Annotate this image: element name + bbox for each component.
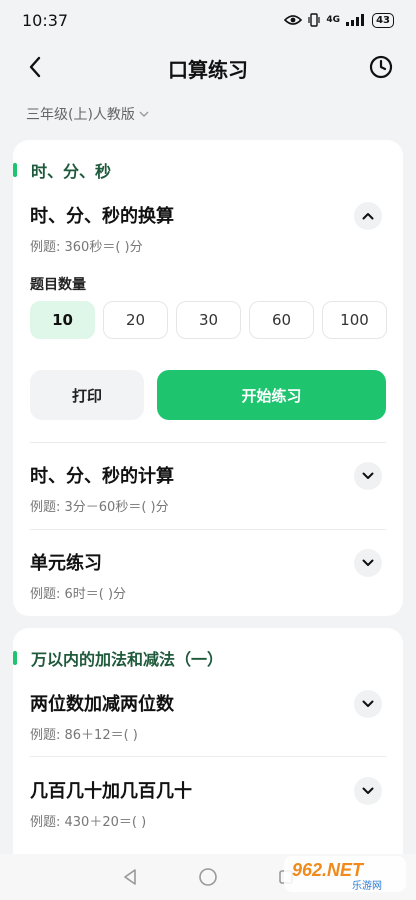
grade-selector[interactable]: 三年级(上)人教版	[26, 104, 149, 124]
topic-item[interactable]: 两位数加减两位数 例题: 86＋12＝( )	[30, 690, 386, 743]
quantity-option-60[interactable]: 60	[249, 301, 314, 339]
section-accent-bar	[13, 651, 17, 665]
nav-home-icon[interactable]	[198, 867, 218, 887]
app-header: 口算练习	[0, 44, 416, 90]
watermark-graphic: 962.NET 乐游网	[284, 856, 406, 892]
watermark-sub: 乐游网	[352, 879, 382, 892]
topic-example: 例题: 6时＝( )分	[30, 587, 127, 602]
history-button[interactable]	[366, 52, 396, 82]
section-accent-bar	[13, 163, 17, 177]
chevron-down-icon	[362, 472, 374, 479]
expand-button[interactable]	[354, 462, 382, 490]
topic-title: 时、分、秒的换算	[30, 206, 174, 227]
topic-title: 时、分、秒的计算	[30, 466, 174, 487]
nav-back-icon[interactable]	[122, 868, 138, 886]
quantity-option-20[interactable]: 20	[103, 301, 168, 339]
chevron-down-icon	[362, 787, 374, 794]
expand-button[interactable]	[354, 777, 382, 805]
topic-item[interactable]: 单元练习 例题: 6时＝( )分	[30, 549, 386, 602]
section-title: 万以内的加法和减法（一）	[31, 650, 224, 669]
print-button[interactable]: 打印	[30, 370, 144, 420]
section-header: 时、分、秒	[13, 160, 112, 181]
section-card: 万以内的加法和减法（一） 两位数加减两位数 例题: 86＋12＝( ) 几百几十…	[13, 628, 403, 868]
quantity-label: 题目数量	[30, 277, 86, 293]
topic-example: 例题: 3分－60秒＝( )分	[30, 500, 169, 515]
network-type: 4G	[326, 15, 341, 25]
vibrate-icon	[308, 13, 321, 27]
eye-icon	[284, 15, 303, 25]
topic-item[interactable]: 几百几十加几百几十 例题: 430＋20＝( )	[30, 777, 386, 830]
topic-example: 例题: 360秒＝( )分	[30, 240, 143, 255]
status-bar: 10:37 4G 43	[0, 0, 416, 40]
watermark-logo: 962.NET 乐游网	[282, 852, 408, 896]
divider	[30, 442, 386, 443]
quantity-option-100[interactable]: 100	[322, 301, 387, 339]
start-practice-button[interactable]: 开始练习	[157, 370, 386, 420]
section-title: 时、分、秒	[31, 162, 112, 181]
chevron-up-icon	[362, 213, 374, 220]
collapse-button[interactable]	[354, 202, 382, 230]
status-time: 10:37	[22, 10, 69, 30]
section-header: 万以内的加法和减法（一）	[13, 648, 224, 669]
topic-example: 例题: 430＋20＝( )	[30, 815, 147, 830]
divider	[30, 529, 386, 530]
chevron-down-icon	[362, 700, 374, 707]
watermark-brand: 962.NET	[292, 860, 365, 880]
chevron-down-icon	[362, 559, 374, 566]
topic-title: 单元练习	[30, 553, 102, 574]
divider	[30, 756, 386, 757]
topic-item[interactable]: 时、分、秒的换算 例题: 360秒＝( )分	[30, 202, 386, 255]
expand-button[interactable]	[354, 690, 382, 718]
chevron-down-icon	[139, 111, 149, 117]
page-title: 口算练习	[168, 58, 248, 82]
topic-title: 几百几十加几百几十	[30, 781, 192, 802]
grade-label: 三年级(上)人教版	[26, 107, 135, 123]
status-icons: 4G 43	[284, 12, 394, 28]
quantity-options: 10 20 30 60 100	[30, 301, 387, 339]
signal-icon	[346, 14, 365, 26]
topic-example: 例题: 86＋12＝( )	[30, 728, 138, 743]
quantity-option-10[interactable]: 10	[30, 301, 95, 339]
clock-icon	[369, 55, 393, 79]
quantity-option-30[interactable]: 30	[176, 301, 241, 339]
expand-button[interactable]	[354, 549, 382, 577]
topic-title: 两位数加减两位数	[30, 694, 174, 715]
battery-indicator: 43	[372, 12, 394, 28]
section-card: 时、分、秒 时、分、秒的换算 例题: 360秒＝( )分 题目数量 10 20 …	[13, 140, 403, 616]
topic-item[interactable]: 时、分、秒的计算 例题: 3分－60秒＝( )分	[30, 462, 386, 515]
